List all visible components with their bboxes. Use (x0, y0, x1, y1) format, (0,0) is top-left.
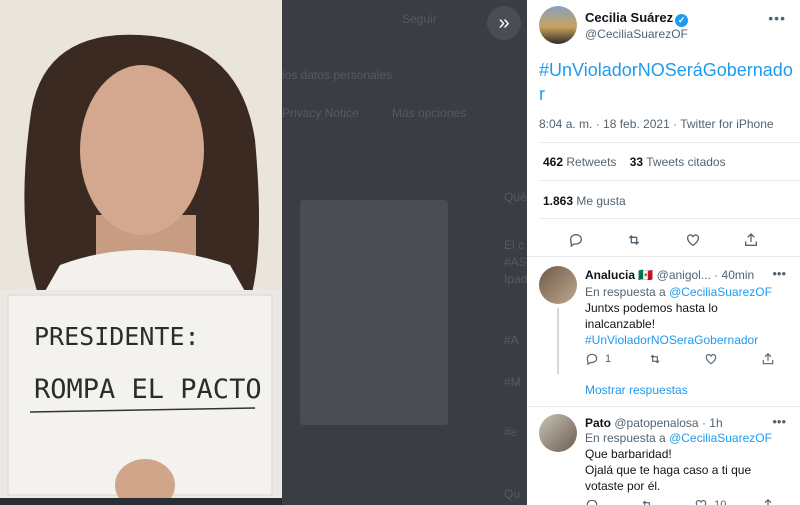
quotes-label[interactable]: Tweets citados (646, 155, 725, 169)
ghost-media (300, 200, 448, 425)
ghost-text: Seguir (402, 12, 437, 26)
author-name[interactable]: Cecilia Suárez ✓ (585, 10, 689, 27)
like-action[interactable] (704, 352, 724, 366)
tweet-header: Cecilia Suárez ✓ @CeciliaSuarezOF ••• (527, 0, 800, 48)
ghost-text: Qu (504, 487, 521, 501)
reply-to-prefix: En respuesta a (585, 285, 666, 299)
reply-icon[interactable] (568, 232, 584, 248)
retweet-icon[interactable] (626, 232, 642, 248)
reply-to-line: En respuesta a @CeciliaSuarezOF (585, 285, 772, 299)
reply-action[interactable] (585, 498, 605, 505)
ghost-text: Qué (504, 190, 527, 204)
retweet-action[interactable] (648, 352, 668, 366)
reply-to-line: En respuesta a @CeciliaSuarezOF (585, 431, 772, 445)
reply-hashtag-link[interactable]: #UnVioladorNOSeraGobernador (585, 332, 758, 348)
tweet-actions (527, 226, 800, 254)
like-icon (706, 354, 717, 365)
retweet-icon (642, 500, 650, 505)
tweet-hashtag-link[interactable]: #UnVioladorNOSeráGobernador (539, 58, 794, 106)
verified-badge-icon: ✓ (675, 14, 689, 27)
retweet-icon (650, 354, 660, 364)
reply-author[interactable]: Pato @patopenalosa · 1h (585, 416, 723, 430)
ghost-text: los datos personales (282, 68, 393, 82)
reply-text-line: Juntxs podemos hasta lo (585, 301, 718, 315)
share-icon (764, 498, 772, 505)
media-photo: PRESIDENTE: ROMPA EL PACTO (0, 0, 282, 498)
reply-to-prefix: En respuesta a (585, 431, 666, 445)
more-options-icon[interactable]: ••• (772, 414, 786, 429)
retweet-action[interactable] (640, 498, 660, 505)
likes-label[interactable]: Me gusta (576, 194, 625, 208)
reply-text: Juntxs podemos hasta lo inalcanzable! #U… (585, 300, 758, 348)
divider (539, 142, 800, 143)
like-action[interactable]: 10 (694, 498, 726, 505)
share-icon[interactable] (743, 232, 759, 248)
reply-author-name: Analucia 🇲🇽 (585, 268, 654, 282)
reply-text: Que barbaridad! Ojalá que te haga caso a… (585, 446, 751, 494)
divider (539, 218, 800, 219)
reply-actions: 10 (585, 498, 775, 505)
ghost-text: #M (504, 375, 521, 389)
ghost-text: Más opciones (392, 106, 467, 120)
reply-text-line: Que barbaridad! (585, 447, 672, 461)
reply-text-line: votaste por él. (585, 479, 661, 493)
reply-icon (586, 499, 598, 505)
divider (527, 406, 800, 407)
author-handle[interactable]: @CeciliaSuarezOF (585, 27, 688, 41)
reply-item[interactable]: Analucia 🇲🇽 @anigol... · 40min ••• En re… (527, 258, 800, 408)
reply-text-line: inalcanzable! (585, 317, 656, 331)
quotes-count[interactable]: 33 (630, 155, 643, 169)
reply-handle-time: @patopenalosa · 1h (614, 416, 723, 430)
sign-line-1: PRESIDENTE: (34, 322, 200, 351)
retweets-count[interactable]: 462 (543, 155, 563, 169)
avatar[interactable] (539, 6, 577, 44)
photo-image: PRESIDENTE: ROMPA EL PACTO (0, 0, 282, 498)
thread-line (557, 308, 559, 374)
ghost-text: #A (504, 333, 519, 347)
share-icon (762, 352, 774, 365)
more-options-icon[interactable]: ••• (768, 10, 786, 26)
ghost-text: Privacy Notice (282, 106, 359, 120)
retweets-label[interactable]: Retweets (566, 155, 616, 169)
divider (539, 180, 800, 181)
avatar[interactable] (539, 414, 577, 452)
like-icon (695, 500, 707, 505)
author-name-text: Cecilia Suárez (585, 10, 674, 25)
double-chevron-right-icon: » (498, 11, 510, 34)
reply-item[interactable]: Pato @patopenalosa · 1h ••• En respuesta… (527, 408, 800, 505)
reply-count: 1 (605, 353, 612, 365)
share-action[interactable] (761, 352, 775, 366)
likes-stats: 1.863 Me gusta (543, 194, 626, 208)
reply-actions: 1 (585, 352, 775, 366)
ghost-text: #AS (504, 255, 527, 269)
show-replies-link[interactable]: Mostrar respuestas (585, 383, 688, 397)
divider (527, 256, 800, 257)
tweet-meta: 8:04 a. m. · 18 feb. 2021 · Twitter for … (539, 117, 774, 131)
like-count: 10 (714, 499, 727, 505)
more-options-icon[interactable]: ••• (772, 266, 786, 281)
reply-handle-time: @anigol... · 40min (656, 268, 755, 282)
collapse-panel-button[interactable]: » (487, 6, 521, 40)
reply-action[interactable]: 1 (585, 352, 611, 366)
likes-count[interactable]: 1.863 (543, 194, 573, 208)
like-icon[interactable] (685, 232, 701, 248)
tweet-detail-panel: Cecilia Suárez ✓ @CeciliaSuarezOF ••• #Un… (527, 0, 800, 505)
ghost-text: #e (504, 425, 518, 439)
ghost-text: Ipad (504, 272, 527, 286)
reply-to-handle-link[interactable]: @CeciliaSuarezOF (669, 431, 772, 445)
share-action[interactable] (761, 498, 775, 505)
reply-author-name: Pato (585, 416, 612, 430)
sign-line-2: ROMPA EL PACTO (34, 374, 262, 405)
reply-text-line: Ojalá que te haga caso a ti que (585, 463, 752, 477)
reply-author[interactable]: Analucia 🇲🇽 @anigol... · 40min (585, 268, 754, 282)
retweet-quote-stats: 462 Retweets 33 Tweets citados (543, 155, 726, 169)
reply-to-handle-link[interactable]: @CeciliaSuarezOF (669, 285, 772, 299)
dimmed-backdrop: Seguir los datos personales Privacy Noti… (282, 0, 527, 505)
reply-icon (586, 353, 598, 366)
ghost-text: El c (504, 238, 525, 252)
avatar[interactable] (539, 266, 577, 304)
